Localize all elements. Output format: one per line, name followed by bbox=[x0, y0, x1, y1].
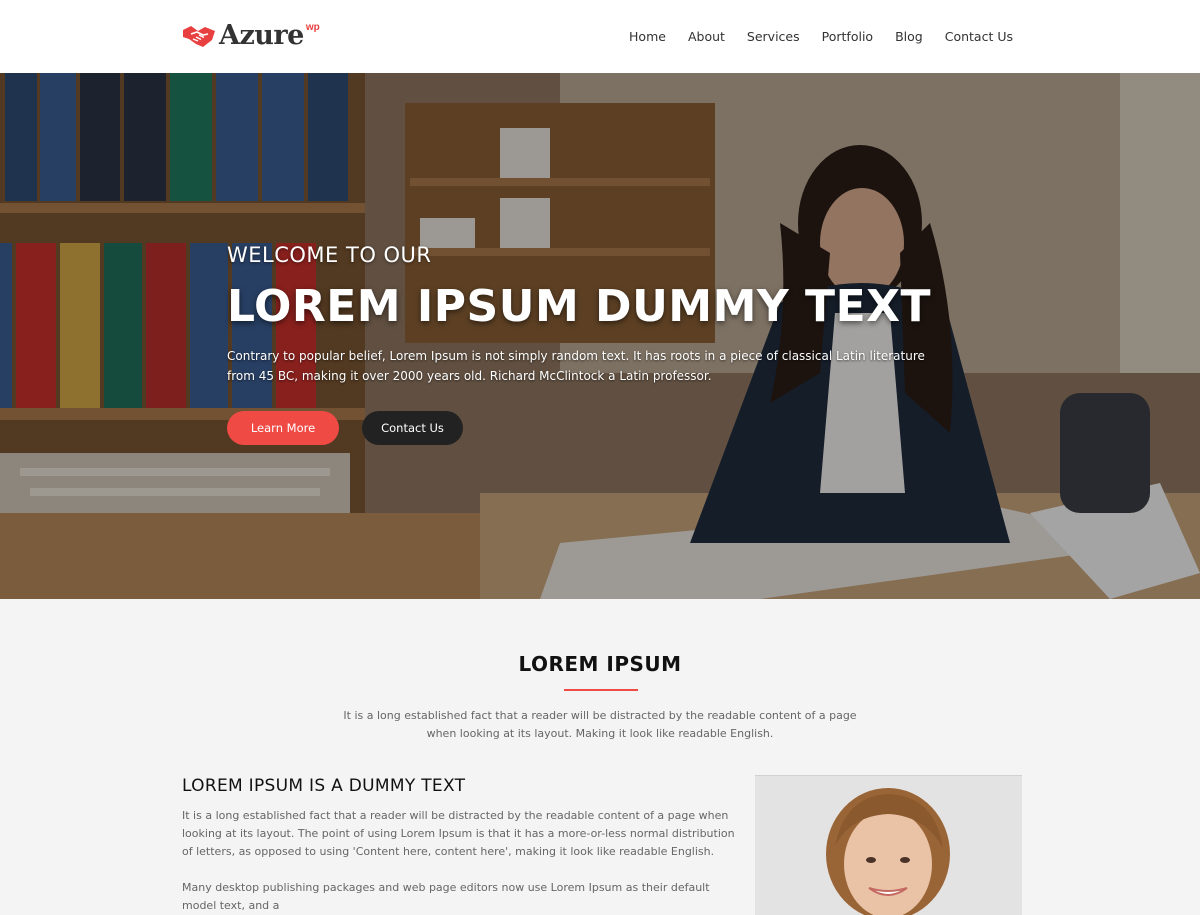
about-paragraph-1: It is a long established fact that a rea… bbox=[182, 809, 735, 858]
site-header: Azure wp Home About Services Portfolio B… bbox=[0, 0, 1200, 73]
about-section: LOREM IPSUM It is a long established fac… bbox=[0, 599, 1200, 915]
about-heading: LOREM IPSUM IS A DUMMY TEXT bbox=[182, 776, 466, 796]
nav-blog[interactable]: Blog bbox=[895, 29, 923, 44]
handshake-icon bbox=[183, 26, 215, 47]
nav-portfolio[interactable]: Portfolio bbox=[822, 29, 873, 44]
nav-services[interactable]: Services bbox=[747, 29, 800, 44]
learn-more-button[interactable]: Learn More bbox=[227, 411, 339, 445]
contact-us-button[interactable]: Contact Us bbox=[362, 411, 463, 445]
about-photo bbox=[755, 775, 1022, 915]
nav-about[interactable]: About bbox=[688, 29, 725, 44]
hero-buttons: Learn More Contact Us bbox=[227, 411, 463, 445]
brand-name: Azure bbox=[219, 20, 304, 51]
about-paragraph-2: Many desktop publishing packages and web… bbox=[182, 881, 710, 912]
brand-superscript: wp bbox=[305, 22, 320, 33]
section-title-underline bbox=[564, 689, 638, 691]
hero-banner: WELCOME TO OUR LOREM IPSUM DUMMY TEXT Co… bbox=[0, 73, 1200, 599]
portrait-image bbox=[755, 776, 1022, 915]
main-nav: Home About Services Portfolio Blog Conta… bbox=[629, 29, 1013, 44]
section-title: LOREM IPSUM bbox=[518, 652, 682, 676]
hero-content: WELCOME TO OUR LOREM IPSUM DUMMY TEXT Co… bbox=[227, 243, 967, 445]
section-subtitle: It is a long established fact that a rea… bbox=[343, 709, 857, 740]
nav-home[interactable]: Home bbox=[629, 29, 666, 44]
hero-kicker: WELCOME TO OUR bbox=[227, 243, 432, 267]
hero-title: LOREM IPSUM DUMMY TEXT bbox=[227, 281, 932, 332]
brand-logo[interactable]: Azure wp bbox=[181, 20, 320, 54]
hero-description: Contrary to popular belief, Lorem Ipsum … bbox=[227, 349, 925, 383]
nav-contact-us[interactable]: Contact Us bbox=[945, 29, 1013, 44]
